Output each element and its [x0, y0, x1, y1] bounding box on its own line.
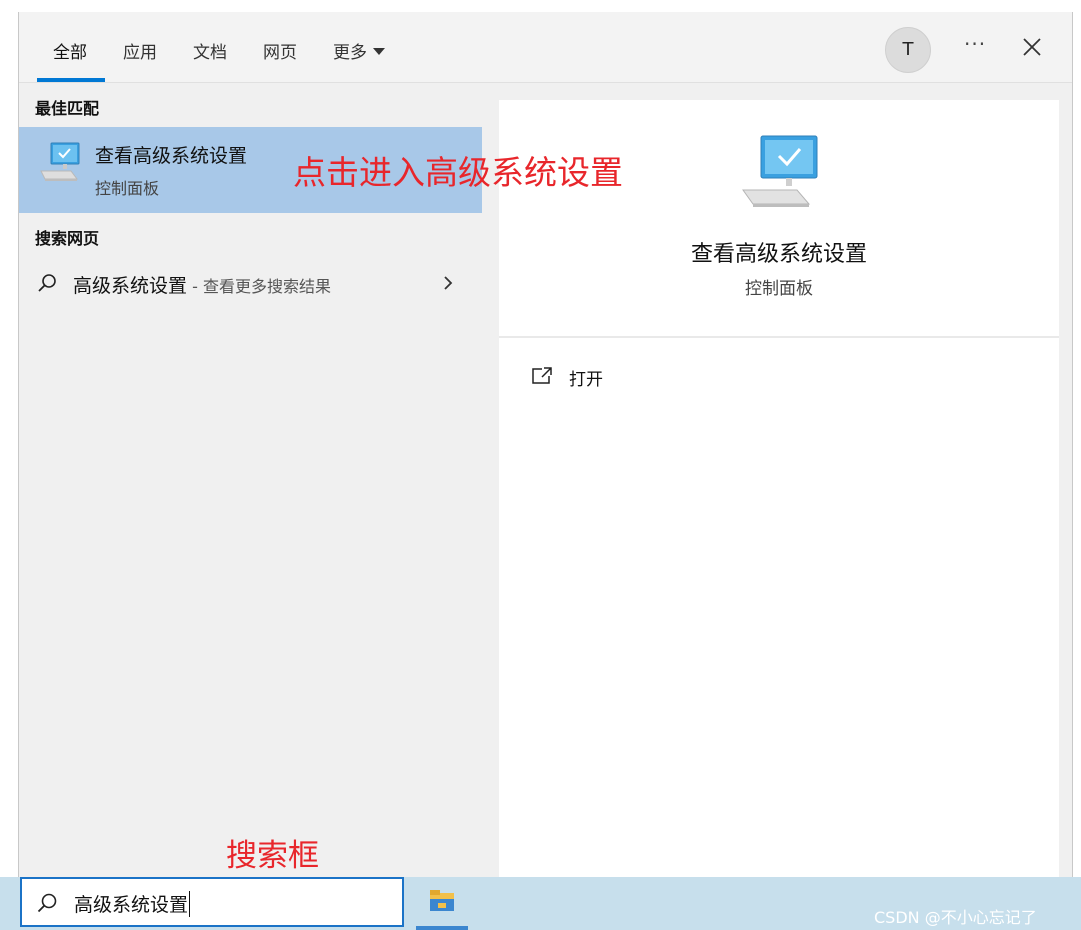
tab-all[interactable]: 全部: [53, 38, 87, 63]
active-app-indicator: [416, 926, 468, 930]
search-input-value: 高级系统设置: [74, 894, 189, 916]
computer-icon: [40, 142, 80, 181]
open-external-icon: [532, 367, 552, 384]
open-label: 打开: [569, 370, 603, 390]
active-tab-indicator: [37, 78, 105, 82]
tab-documents[interactable]: 文档: [193, 38, 227, 63]
tab-web[interactable]: 网页: [263, 38, 297, 63]
annotation-searchbox-hint: 搜索框: [226, 838, 319, 874]
tab-more[interactable]: 更多: [333, 38, 385, 63]
web-search-item[interactable]: 高级系统设置 - 查看更多搜索结果: [19, 263, 482, 305]
text-cursor: [189, 890, 191, 917]
divider: [499, 336, 1059, 338]
results-pane: 最佳匹配 查看高级系统设置 控制面板 搜索网页 高级系统设置 - 查看更多搜索结…: [19, 83, 499, 877]
chevron-right-icon[interactable]: [441, 273, 455, 293]
web-search-text: 高级系统设置 - 查看更多搜索结果: [73, 271, 331, 298]
best-match-heading: 最佳匹配: [35, 99, 100, 118]
search-tabs-bar: 全部 应用 文档 网页 更多 T ···: [19, 12, 1072, 83]
close-icon[interactable]: [1019, 34, 1045, 60]
more-options-button[interactable]: ···: [964, 32, 986, 56]
file-explorer-icon[interactable]: [416, 877, 468, 930]
taskbar-search-box[interactable]: 高级系统设置: [20, 877, 404, 927]
best-match-title: 查看高级系统设置: [95, 145, 248, 167]
preview-title: 查看高级系统设置: [690, 242, 867, 267]
account-avatar[interactable]: T: [885, 27, 931, 73]
computer-icon: [742, 135, 818, 207]
search-icon: [38, 274, 56, 292]
web-search-heading: 搜索网页: [35, 229, 100, 248]
preview-pane: 查看高级系统设置 控制面板 打开: [499, 100, 1059, 877]
search-window: 全部 应用 文档 网页 更多 T ··· 最佳匹配 查看高级系统设置 控制面板 …: [18, 12, 1073, 877]
annotation-click-hint: 点击进入高级系统设置: [293, 153, 623, 192]
web-search-suffix: - 查看更多搜索结果: [187, 277, 331, 296]
watermark: CSDN @不小心忘记了: [874, 908, 1037, 927]
search-icon: [37, 893, 57, 913]
tab-more-label: 更多: [333, 43, 367, 63]
web-search-query: 高级系统设置: [73, 275, 188, 297]
best-match-subtitle: 控制面板: [95, 179, 160, 198]
search-input[interactable]: 高级系统设置: [74, 890, 191, 919]
preview-subtitle: 控制面板: [745, 279, 813, 299]
tab-apps[interactable]: 应用: [123, 38, 157, 63]
chevron-down-icon: [373, 47, 385, 55]
